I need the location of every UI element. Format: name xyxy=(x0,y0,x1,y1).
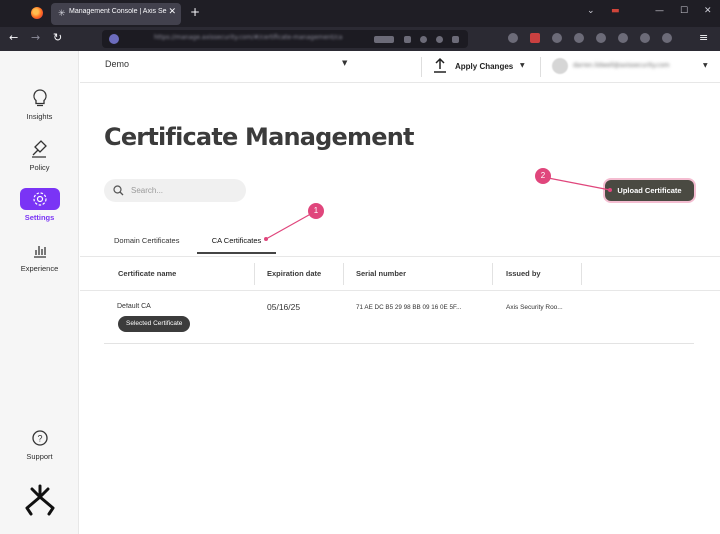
maximize-button[interactable]: ☐ xyxy=(680,6,688,16)
header-divider xyxy=(421,57,422,77)
column-divider[interactable] xyxy=(254,263,255,285)
avatar[interactable] xyxy=(552,58,568,74)
bookmark-icon[interactable] xyxy=(452,36,459,43)
tab-list-icon[interactable]: ⌄ xyxy=(587,6,595,16)
tab-close-icon[interactable]: ✕ xyxy=(168,7,176,17)
annotation-marker-1: 1 xyxy=(308,203,324,219)
header-divider xyxy=(540,57,541,77)
new-tab-button[interactable]: + xyxy=(190,5,200,19)
extension-icon[interactable] xyxy=(574,33,584,43)
extension-icon[interactable] xyxy=(640,33,650,43)
column-header-serial-number[interactable]: Serial number xyxy=(356,269,406,278)
tab-domain-certificates[interactable]: Domain Certificates xyxy=(114,236,179,245)
extension-icon[interactable] xyxy=(596,33,606,43)
upload-certificate-button[interactable]: Upload Certificate xyxy=(605,180,694,201)
page-title: Certificate Management xyxy=(104,123,414,151)
serial-number: 71 AE DC B5 29 98 BB 09 16 0E 5F... xyxy=(356,304,462,311)
extension-icon[interactable] xyxy=(508,33,518,43)
search-icon xyxy=(113,185,124,196)
flag-icon: ▬ xyxy=(611,6,620,16)
page-action-icon[interactable] xyxy=(404,36,411,43)
sidebar-item-settings[interactable]: Settings xyxy=(0,188,79,222)
extension-icon[interactable] xyxy=(662,33,672,43)
lightbulb-icon xyxy=(20,87,60,109)
forward-arrow-icon[interactable]: → xyxy=(31,31,40,44)
status-badge: Selected Certificate xyxy=(118,316,191,332)
sidebar-item-label: Policy xyxy=(29,163,50,172)
certificate-name: Default CA xyxy=(117,303,151,310)
svg-text:?: ? xyxy=(37,434,42,444)
column-divider[interactable] xyxy=(492,263,493,285)
issued-by: Axis Security Roo... xyxy=(506,304,563,311)
expiration-date: 05/16/25 xyxy=(267,302,301,312)
help-circle-icon: ? xyxy=(20,427,60,449)
caret-down-icon[interactable]: ▼ xyxy=(342,59,347,67)
tenant-selector[interactable]: Demo xyxy=(105,59,129,69)
apply-changes-button[interactable]: Apply Changes xyxy=(455,62,513,71)
sidebar-item-label: Support xyxy=(26,452,53,461)
minimize-button[interactable]: — xyxy=(655,6,664,16)
app-window: Insights Policy Settings Experience ? Su… xyxy=(0,51,720,534)
sidebar-item-label: Settings xyxy=(24,213,55,222)
column-divider[interactable] xyxy=(581,263,582,285)
annotation-marker-2: 2 xyxy=(535,168,551,184)
sidebar-item-label: Experience xyxy=(20,264,59,273)
caret-down-icon[interactable]: ▼ xyxy=(520,62,525,69)
column-header-certificate-name[interactable]: Certificate name xyxy=(118,269,176,278)
browser-tab-strip: ✳ Management Console | Axis Se ✕ + ⌄ ▬ —… xyxy=(0,0,720,27)
sidebar-item-support[interactable]: ? Support xyxy=(0,427,79,461)
page-action-icon[interactable] xyxy=(420,36,427,43)
browser-tab[interactable]: ✳ Management Console | Axis Se ✕ xyxy=(51,3,181,25)
menu-icon[interactable]: ≡ xyxy=(699,31,708,44)
tab-title: Management Console | Axis Se xyxy=(69,8,167,15)
column-header-expiration-date[interactable]: Expiration date xyxy=(267,269,321,278)
bar-chart-icon xyxy=(20,239,60,261)
reader-badge-icon[interactable] xyxy=(374,36,394,43)
window-close-button[interactable]: ✕ xyxy=(704,6,712,16)
extension-icon[interactable] xyxy=(530,33,540,43)
extension-icon[interactable] xyxy=(552,33,562,43)
search-input[interactable] xyxy=(131,183,239,198)
app-header: Demo ▼ Apply Changes ▼ darren.lidwell@ax… xyxy=(80,51,720,83)
url-bar[interactable]: https://manage.axissecurity.com/#/certif… xyxy=(102,30,468,48)
user-email[interactable]: darren.lidwell@axissecurity.com xyxy=(573,62,693,69)
sidebar: Insights Policy Settings Experience ? Su… xyxy=(0,51,79,534)
reload-icon[interactable]: ↻ xyxy=(53,31,62,44)
sidebar-item-experience[interactable]: Experience xyxy=(0,239,79,273)
browser-nav-bar: ← → ↻ https://manage.axissecurity.com/#/… xyxy=(0,27,720,51)
extension-icon[interactable] xyxy=(618,33,628,43)
tab-ca-certificates[interactable]: CA Certificates xyxy=(197,228,276,254)
sidebar-item-insights[interactable]: Insights xyxy=(0,87,79,121)
axis-favicon-icon: ✳ xyxy=(58,9,66,19)
column-header-issued-by[interactable]: Issued by xyxy=(506,269,541,278)
table-row[interactable]: Default CA Selected Certificate 05/16/25… xyxy=(104,291,694,344)
back-arrow-icon[interactable]: ← xyxy=(9,31,18,44)
gear-icon xyxy=(19,188,60,210)
firefox-logo-icon xyxy=(31,7,43,19)
sidebar-item-policy[interactable]: Policy xyxy=(0,138,79,172)
axis-logo-icon xyxy=(25,484,55,516)
caret-down-icon[interactable]: ▼ xyxy=(703,62,708,69)
upload-icon[interactable] xyxy=(433,57,447,73)
page-action-icon[interactable] xyxy=(436,36,443,43)
search-box[interactable] xyxy=(104,179,246,202)
sidebar-item-label: Insights xyxy=(26,112,53,121)
column-divider[interactable] xyxy=(343,263,344,285)
gavel-icon xyxy=(20,138,60,160)
site-info-icon[interactable] xyxy=(109,34,119,44)
table-header: Certificate name Expiration date Serial … xyxy=(80,256,720,291)
